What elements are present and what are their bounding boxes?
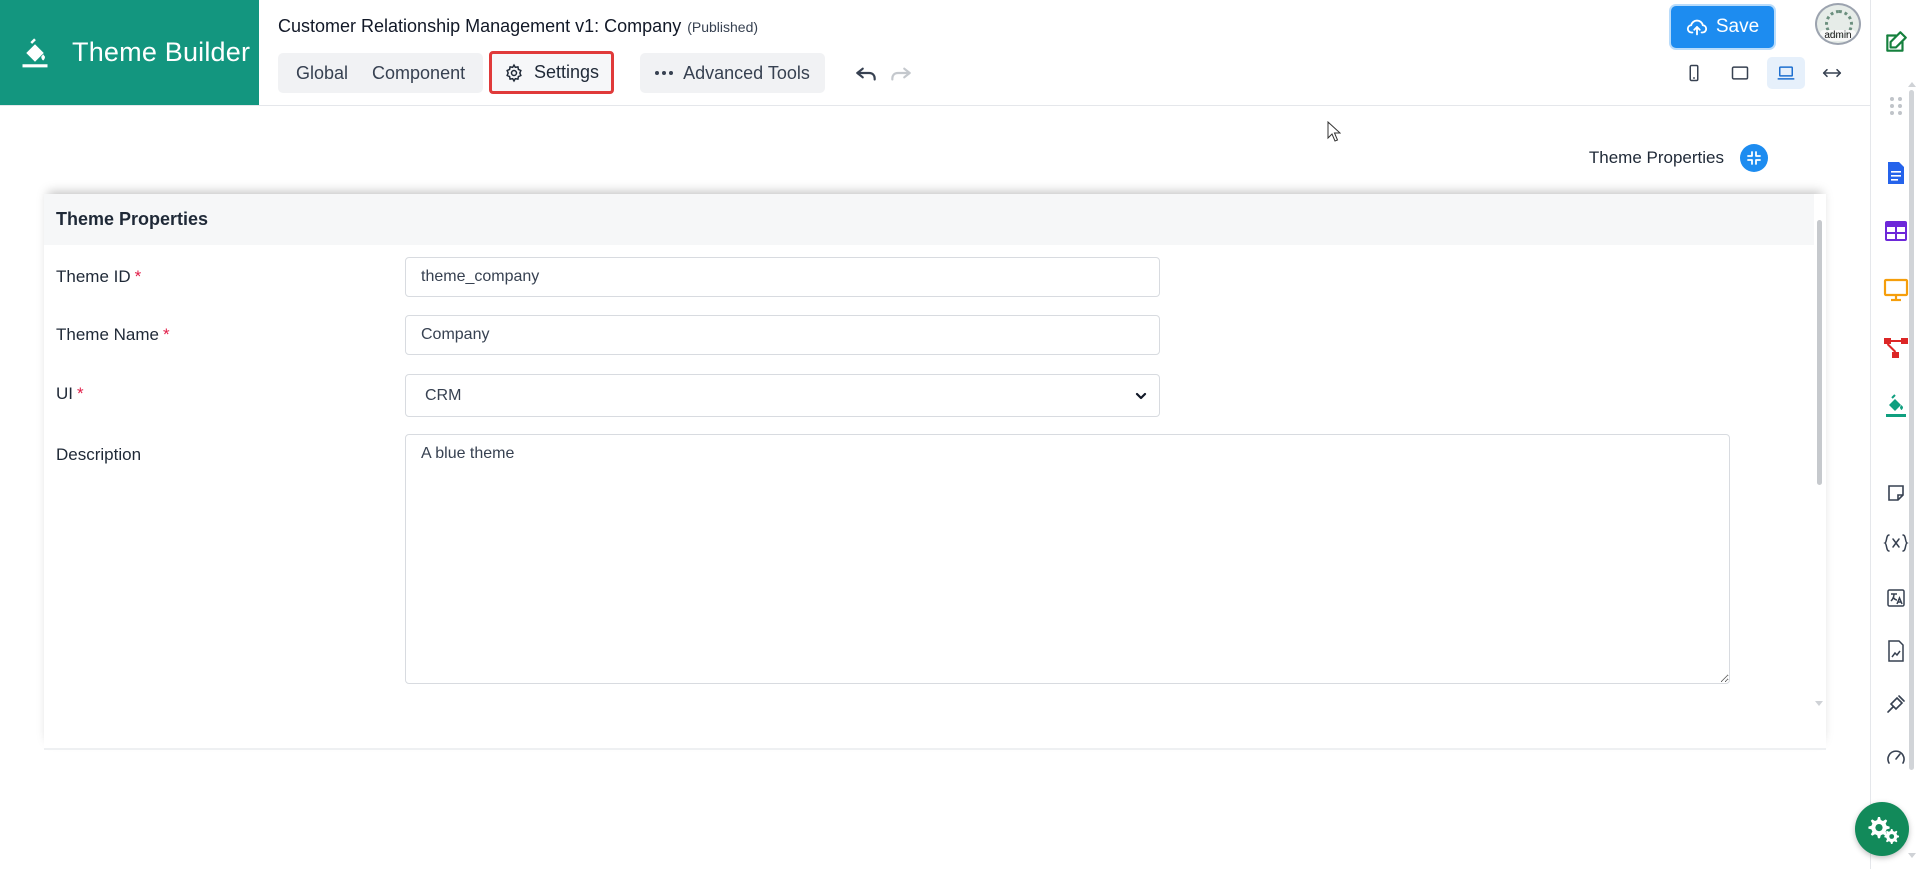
theme-builder-page: Theme Builder Customer Relationship Mana… [0,0,1920,869]
avatar-label: admin [1820,30,1856,41]
save-button[interactable]: Save [1671,6,1774,48]
note-icon [1888,485,1904,501]
tablet-icon [1731,66,1749,80]
chevron-down-icon [1135,392,1147,399]
drag-handle-icon [1890,97,1902,115]
theme-name-input[interactable] [405,315,1160,355]
scroll-down-arrow[interactable] [1815,701,1823,706]
publish-status: (Published) [687,19,759,35]
device-laptop-button[interactable] [1767,57,1805,89]
table-icon [1885,221,1907,241]
paint-bucket-icon [22,37,48,67]
mode-tabs: Global Component [278,53,484,93]
rail-item-performance[interactable] [1883,744,1909,770]
collapse-icon [1747,151,1761,165]
ui-select-value: CRM [425,386,462,404]
rail-item-document[interactable] [1883,160,1909,186]
mobile-icon [1689,64,1699,82]
rail-item-variables[interactable] [1883,530,1909,556]
collapse-panel-button[interactable] [1740,144,1768,172]
rail-item-translate[interactable] [1883,585,1909,611]
rail-item-monitor[interactable] [1883,277,1909,303]
settings-label: Settings [533,62,600,82]
required-marker: * [77,384,84,403]
theme-id-label-text: Theme ID [56,267,131,286]
top-header: Theme Builder Customer Relationship Mana… [0,0,1870,106]
more-dots-icon [655,71,674,75]
settings-button[interactable]: Settings [489,51,614,94]
device-full-width-button[interactable] [1813,57,1851,89]
theme-id-input[interactable] [405,257,1160,297]
ui-label-text: UI [56,384,73,403]
file-chart-icon [1888,640,1904,662]
rail-item-table[interactable] [1883,218,1909,244]
advanced-tools-label: Advanced Tools [683,62,810,83]
theme-name-label: Theme Name * [56,325,170,345]
rail-scrollbar[interactable] [1908,82,1916,858]
description-label: Description [56,445,141,465]
description-textarea[interactable]: A blue theme [405,434,1730,684]
rail-item-flow[interactable] [1883,335,1909,361]
monitor-icon [1883,278,1909,302]
gear-icon [506,63,522,82]
rail-item-report[interactable] [1883,638,1909,664]
required-marker: * [162,325,170,344]
panel-header: Theme Properties [1589,144,1768,172]
theme-id-label: Theme ID * [56,267,141,287]
description-label-text: Description [56,445,142,464]
cloud-upload-icon [1686,19,1707,36]
theme-name-label-text: Theme Name [56,325,159,344]
plugin-icon [1887,695,1905,713]
paint-bucket-icon [1886,394,1906,417]
laptop-icon [1777,66,1795,80]
gauge-icon [1887,750,1905,764]
card-scrollbar-thumb[interactable] [1817,220,1822,485]
tab-global[interactable]: Global [284,53,360,93]
flow-icon [1884,338,1908,358]
settings-fab-button[interactable] [1855,802,1909,856]
rail-item-theme[interactable] [1883,393,1909,419]
full-width-icon [1822,68,1842,78]
document-icon [1888,162,1904,184]
device-tablet-button[interactable] [1721,57,1759,89]
ui-label: UI * [56,384,84,404]
rail-scrollbar-thumb[interactable] [1909,90,1914,770]
translate-icon [1887,589,1905,607]
panel-header-label: Theme Properties [1588,148,1724,167]
required-marker: * [134,267,142,286]
theme-properties-card: Theme Properties Theme ID* Theme Name* U… [44,194,1826,750]
mouse-pointer-icon [1327,121,1341,142]
advanced-tools-button[interactable]: Advanced Tools [640,53,825,93]
app-title-text: Customer Relationship Management v1: Com… [278,16,682,36]
undo-icon[interactable] [853,60,879,86]
edit-icon [1886,31,1907,52]
redo-icon[interactable] [888,60,914,86]
tab-component[interactable]: Component [360,53,477,93]
main-content: Theme Properties Theme Properties Theme … [0,106,1870,869]
save-label: Save [1715,16,1760,37]
gears-icon [1868,817,1899,844]
variable-icon [1883,534,1909,552]
rail-item-drag[interactable] [1883,93,1909,119]
ui-select[interactable]: CRM [405,374,1160,417]
card-title: Theme Properties [44,194,1814,245]
brand-block[interactable]: Theme Builder [0,0,259,105]
user-avatar[interactable]: admin [1815,3,1861,45]
rail-item-note[interactable] [1883,480,1909,506]
rail-item-plugin[interactable] [1883,691,1909,717]
rail-item-edit[interactable] [1883,29,1909,55]
rail-scroll-down-arrow[interactable] [1908,853,1916,858]
app-title: Customer Relationship Management v1: Com… [278,16,758,37]
rail-scroll-up-arrow[interactable] [1908,82,1916,87]
brand-title: Theme Builder [72,37,251,67]
card-scrollbar[interactable] [1814,212,1824,706]
device-preview-toggle [1675,56,1851,90]
device-mobile-button[interactable] [1675,57,1713,89]
